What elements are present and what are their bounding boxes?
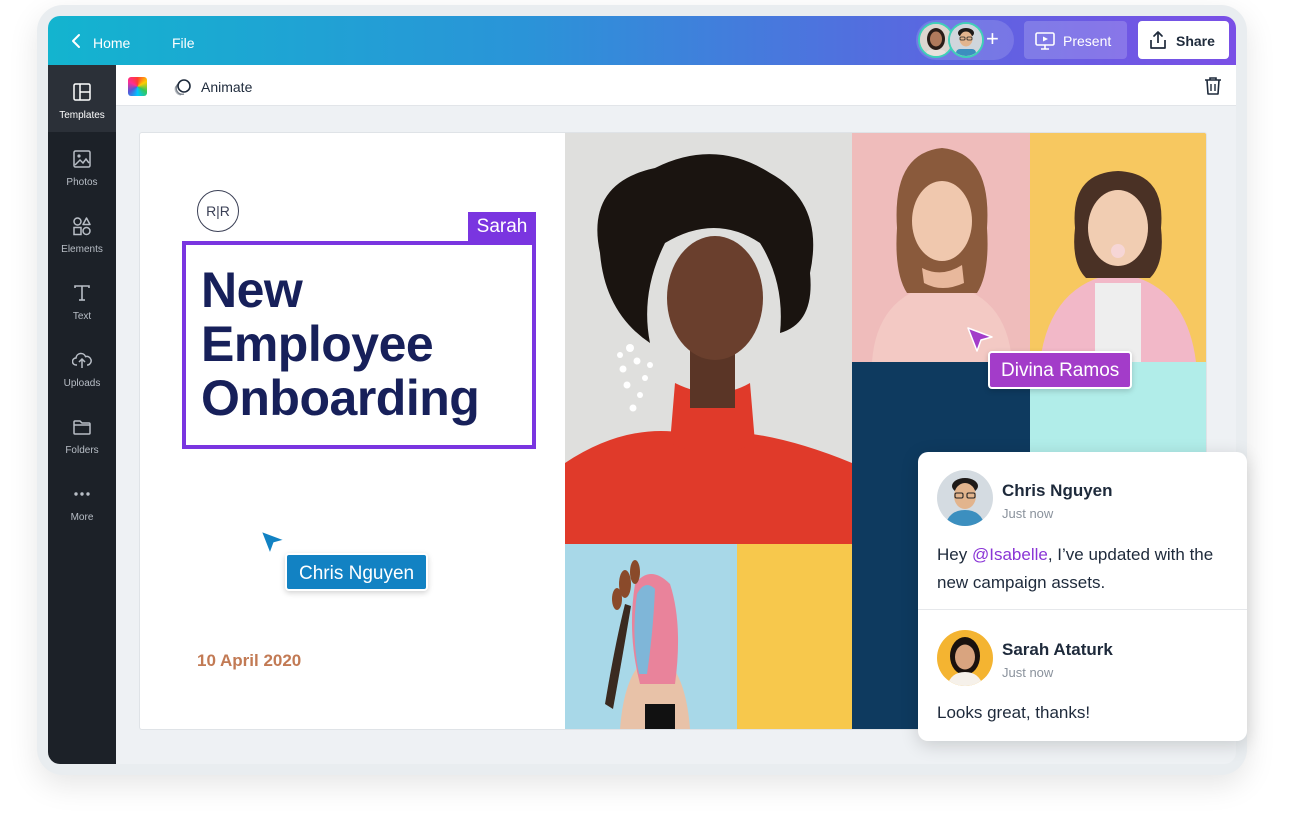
comment-author: Chris Nguyen bbox=[1002, 481, 1113, 500]
home-link[interactable]: Home bbox=[93, 35, 130, 51]
photo-pink-hair[interactable] bbox=[565, 544, 737, 729]
sidebar-item-uploads[interactable]: Uploads bbox=[48, 333, 116, 400]
folders-icon bbox=[73, 420, 91, 435]
sidebar-item-photos[interactable]: Photos bbox=[48, 132, 116, 199]
photo-woman-yellow[interactable] bbox=[1030, 133, 1206, 362]
photo-woman-pink[interactable] bbox=[852, 133, 1030, 362]
file-menu[interactable]: File bbox=[172, 35, 195, 51]
share-icon bbox=[1150, 31, 1166, 49]
comment-author: Sarah Ataturk bbox=[1002, 640, 1113, 659]
templates-icon bbox=[73, 83, 91, 101]
editor-toolbar: Animate bbox=[116, 65, 1236, 106]
comment-text: Hey bbox=[937, 545, 972, 564]
selected-title-textbox[interactable]: New Employee Onboarding bbox=[182, 241, 536, 449]
avatar bbox=[937, 630, 993, 686]
add-collaborator-icon[interactable]: + bbox=[986, 28, 999, 50]
photos-icon bbox=[73, 150, 91, 168]
color-block-yellow bbox=[737, 544, 852, 729]
title-line: New bbox=[201, 262, 303, 318]
sidebar-item-label: Elements bbox=[61, 244, 103, 255]
comment-body: Looks great, thanks! bbox=[937, 703, 1091, 722]
more-icon bbox=[74, 492, 90, 496]
chevron-left-icon[interactable] bbox=[68, 31, 84, 51]
animate-button[interactable]: Animate bbox=[173, 76, 268, 98]
comment-body: Hey @Isabelle, I’ve updated with the new… bbox=[937, 541, 1237, 597]
comments-panel: Chris Nguyen Just now Hey @Isabelle, I’v… bbox=[918, 452, 1247, 741]
title-line: Onboarding bbox=[201, 370, 480, 426]
animate-label: Animate bbox=[201, 79, 253, 95]
sidebar-item-more[interactable]: More bbox=[48, 467, 116, 534]
comment-item[interactable]: Chris Nguyen Just now Hey @Isabelle, I’v… bbox=[918, 452, 1247, 610]
sidebar-item-label: Folders bbox=[65, 445, 99, 456]
sidebar-item-folders[interactable]: Folders bbox=[48, 400, 116, 467]
collaborator-avatars[interactable]: + bbox=[916, 20, 1014, 60]
sidebar-item-templates[interactable]: Templates bbox=[48, 65, 116, 132]
share-label: Share bbox=[1176, 33, 1215, 49]
sidebar-item-label: Photos bbox=[66, 177, 98, 188]
sidebar-item-elements[interactable]: Elements bbox=[48, 199, 116, 266]
trash-icon[interactable] bbox=[1204, 76, 1222, 96]
sidebar-item-label: Text bbox=[72, 311, 92, 322]
uploads-icon bbox=[72, 352, 92, 368]
text-icon bbox=[74, 285, 90, 301]
cursor-pointer-icon bbox=[967, 327, 993, 352]
avatar bbox=[937, 470, 993, 526]
sidebar-item-label: More bbox=[70, 512, 94, 523]
sidebar-item-label: Templates bbox=[59, 110, 105, 121]
collaborator-tag-sarah: Sarah bbox=[468, 212, 536, 242]
photo-portrait-woman[interactable] bbox=[565, 133, 852, 544]
present-button[interactable]: Present bbox=[1024, 21, 1127, 59]
avatar[interactable] bbox=[948, 22, 984, 58]
top-bar: Home File + Present Share bbox=[48, 16, 1236, 65]
brand-logo: R|R bbox=[197, 190, 239, 232]
comment-item[interactable]: Sarah Ataturk Just now Looks great, than… bbox=[918, 611, 1247, 741]
share-button[interactable]: Share bbox=[1138, 21, 1229, 59]
collaborator-tag-chris: Chris Nguyen bbox=[285, 553, 429, 591]
sidebar: Templates Photos Elements Text Uploads F… bbox=[48, 65, 116, 764]
elements-icon bbox=[73, 217, 91, 236]
mention-link[interactable]: @Isabelle bbox=[972, 545, 1048, 564]
sidebar-item-text[interactable]: Text bbox=[48, 266, 116, 333]
comment-timestamp: Just now bbox=[1002, 506, 1054, 521]
page-title[interactable]: New Employee Onboarding bbox=[201, 263, 531, 425]
comment-timestamp: Just now bbox=[1002, 665, 1054, 680]
present-label: Present bbox=[1063, 33, 1112, 49]
sidebar-item-label: Uploads bbox=[63, 378, 101, 389]
present-icon bbox=[1035, 32, 1055, 50]
title-line: Employee bbox=[201, 316, 434, 372]
event-date: 10 April 2020 bbox=[197, 651, 302, 670]
color-picker-button[interactable] bbox=[128, 77, 147, 96]
cursor-pointer-icon bbox=[260, 530, 286, 555]
collaborator-tag-divina: Divina Ramos bbox=[988, 351, 1133, 389]
animate-icon bbox=[174, 79, 191, 96]
